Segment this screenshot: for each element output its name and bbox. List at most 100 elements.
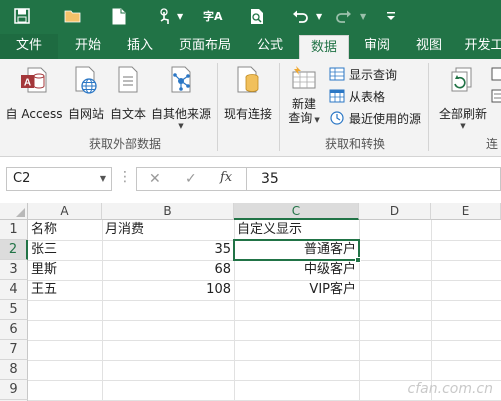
cell-b3[interactable]: 68 [102,260,234,280]
touch-mode-icon[interactable] [158,6,172,26]
open-folder-icon[interactable] [64,6,82,26]
row-header-5[interactable]: 5 [0,300,28,320]
fill-handle[interactable] [355,257,361,263]
refresh-all-button[interactable]: 全部刷新 ▼ [434,65,492,130]
tab-page-layout[interactable]: 页面布局 [170,34,240,59]
new-query-button[interactable]: 新建 查询 ▼ [283,65,325,127]
cell-c1[interactable]: 自定义显示 [234,220,359,240]
from-other-sources-label: 自其他来源 [150,107,211,121]
select-all-button[interactable] [0,203,28,220]
cell-b1[interactable]: 月消费 [102,220,234,240]
properties-icon[interactable] [491,86,501,106]
gridline [28,340,501,341]
column-header-c[interactable]: C [234,203,359,220]
formula-bar: C2 ▼ ⋮ ✕ ✓ fx 35 [0,157,501,203]
column-header-b[interactable]: B [102,203,234,220]
row-header-7[interactable]: 7 [0,340,28,360]
row-header-9[interactable]: 9 [0,380,28,400]
cell-b4[interactable]: 108 [102,280,234,300]
chevron-down-icon: ▼ [312,116,320,124]
name-box[interactable]: C2 ▼ [6,167,112,191]
existing-connections-label: 现有连接 [223,107,272,121]
column-header-d[interactable]: D [359,203,431,220]
from-text-label: 自文本 [109,107,146,121]
row-header-2[interactable]: 2 [0,240,28,260]
row-header-3[interactable]: 3 [0,260,28,280]
row-header-6[interactable]: 6 [0,320,28,340]
from-other-sources-button[interactable]: 自其他来源 ▼ [149,65,213,130]
print-preview-icon[interactable] [250,6,264,26]
formula-input[interactable]: 35 [246,167,501,191]
new-query-label-2: 查询 ▼ [283,111,325,127]
existing-connections-button[interactable]: 现有连接 [222,65,274,122]
chevron-down-icon: ▼ [178,122,184,130]
from-access-label: 自 Access [5,107,63,121]
active-cell-selection [233,239,360,261]
enter-icon[interactable]: ✓ [185,171,197,187]
chevron-down-icon: ▼ [460,122,466,130]
recent-sources-icon [330,111,344,125]
insert-function-icon[interactable]: fx [220,170,232,185]
connections-icon[interactable] [491,64,501,84]
group-divider [279,63,280,151]
row-header-8[interactable]: 8 [0,360,28,380]
new-file-icon[interactable] [112,6,126,26]
recent-sources-label: 最近使用的源 [349,111,422,126]
customize-toolbar-icon[interactable] [386,6,396,26]
chevron-down-icon[interactable]: ▼ [100,168,106,190]
from-table-button[interactable]: 从表格 [329,86,385,106]
tab-view[interactable]: 视图 [407,34,451,59]
tab-formulas[interactable]: 公式 [248,34,292,59]
cell-c3[interactable]: 中级客户 [234,260,359,280]
new-query-label-1: 新建 [291,97,316,111]
cell-a4[interactable]: 王五 [28,280,102,300]
show-queries-button[interactable]: 显示查询 [329,64,397,84]
svg-text:A: A [24,78,31,89]
existing-connections-icon [237,66,259,93]
formula-bar-resize-handle[interactable]: ⋮ [118,169,132,185]
tab-review[interactable]: 审阅 [355,34,399,59]
tab-data[interactable]: 数据 [299,35,349,59]
from-web-button[interactable]: 自网站 [64,65,108,122]
group-divider [428,63,429,151]
gridline [28,300,501,301]
cancel-icon[interactable]: ✕ [149,171,161,187]
tab-insert[interactable]: 插入 [118,34,162,59]
web-icon [75,66,97,94]
other-sources-icon [171,66,191,93]
refresh-all-icon [451,67,472,92]
column-header-a[interactable]: A [28,203,102,220]
undo-dropdown-icon[interactable]: ▼ [316,12,322,21]
cell-a2[interactable]: 张三 [28,240,102,260]
new-query-icon [292,66,316,89]
from-access-button[interactable]: A 自 Access [4,65,64,122]
cell-b2[interactable]: 35 [102,240,234,260]
row-header-4[interactable]: 4 [0,280,28,300]
redo-dropdown-icon[interactable]: ▼ [360,12,366,21]
save-icon[interactable] [14,6,30,26]
tab-file[interactable]: 文件 [0,34,58,59]
row-header-1[interactable]: 1 [0,220,28,240]
worksheet-grid: A B C D E 1 2 3 4 5 6 7 8 9 10 名称 月消费 自定… [0,203,501,401]
undo-icon[interactable] [292,6,308,26]
spelling-icon[interactable]: 字A [203,6,223,26]
gridline [431,220,432,401]
cell-a1[interactable]: 名称 [28,220,102,240]
tab-home[interactable]: 开始 [66,34,110,59]
recent-sources-button[interactable]: 最近使用的源 [329,108,421,128]
from-web-label: 自网站 [67,107,104,121]
cell-c4[interactable]: VIP客户 [234,280,359,300]
group-label-get-external-data: 获取外部数据 [88,137,161,151]
from-text-button[interactable]: 自文本 [108,65,148,122]
group-divider [217,63,218,151]
quick-access-toolbar: ▼ 字A ▼ ▼ [0,0,501,34]
from-table-label: 从表格 [349,89,386,104]
touch-mode-dropdown-icon[interactable]: ▼ [177,12,183,21]
column-header-e[interactable]: E [431,203,501,220]
tab-developer[interactable]: 开发工 [459,34,501,59]
refresh-all-label: 全部刷新 [438,107,487,121]
group-label-get-transform: 获取和转换 [324,137,385,151]
redo-icon[interactable] [336,6,352,26]
cell-a3[interactable]: 里斯 [28,260,102,280]
group-label-connections: 连 [486,137,499,151]
